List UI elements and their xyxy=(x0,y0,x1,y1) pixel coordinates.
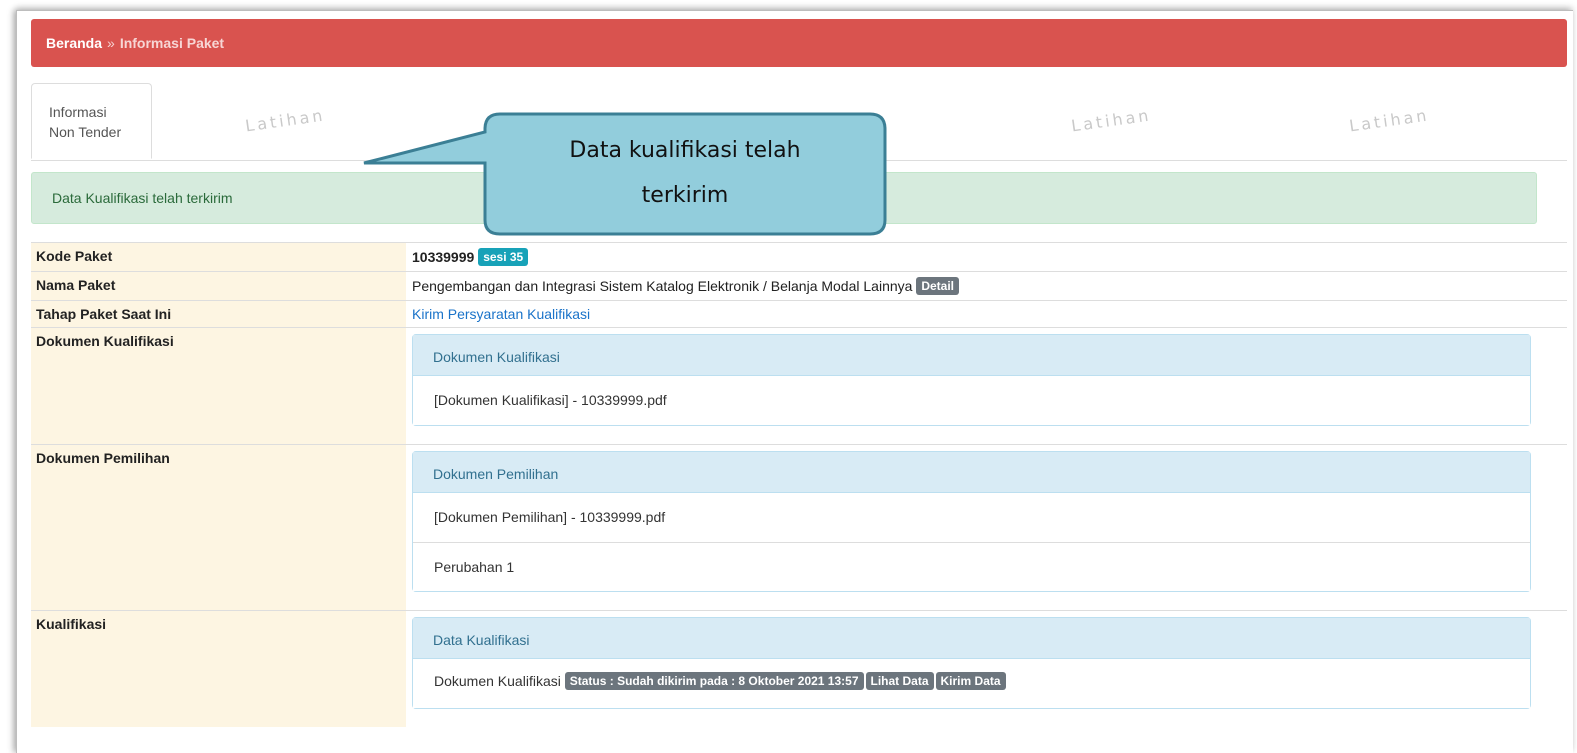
watermark: Latihan xyxy=(244,105,327,136)
kirim-data-button[interactable]: Kirim Data xyxy=(935,672,1006,690)
breadcrumb-separator: » xyxy=(107,35,115,51)
row-value: Dokumen Kualifikasi [Dokumen Kualifikasi… xyxy=(406,327,1567,445)
tab-label-line2: Non Tender xyxy=(49,124,122,140)
panel-title: Dokumen Pemilihan xyxy=(413,452,1530,493)
table-row: Nama Paket Pengembangan dan Integrasi Si… xyxy=(31,271,1567,301)
status-badge: Status : Sudah dikirim pada : 8 Oktober … xyxy=(564,672,864,690)
callout-text-line2: terkirim xyxy=(642,183,729,208)
row-label: Nama Paket xyxy=(31,271,406,301)
row-label: Kode Paket xyxy=(31,242,406,272)
kualifikasi-item: Dokumen Kualifikasi Status : Sudah dikir… xyxy=(413,659,1530,708)
breadcrumb: Beranda » Informasi Paket xyxy=(31,19,1567,67)
row-label: Kualifikasi xyxy=(31,610,406,727)
callout-annotation: Data kualifikasi telah terkirim xyxy=(363,112,887,236)
session-badge: sesi 35 xyxy=(478,248,529,266)
table-row: Kualifikasi Data Kualifikasi Dokumen Kua… xyxy=(31,610,1567,727)
dokumen-pemilihan-panel: Dokumen Pemilihan [Dokumen Pemilihan] - … xyxy=(412,451,1531,592)
document-link[interactable]: [Dokumen Kualifikasi] - 10339999.pdf xyxy=(413,376,1530,425)
row-value: Dokumen Pemilihan [Dokumen Pemilihan] - … xyxy=(406,444,1567,611)
dokumen-kualifikasi-panel: Dokumen Kualifikasi [Dokumen Kualifikasi… xyxy=(412,334,1531,426)
row-label: Dokumen Pemilihan xyxy=(31,444,406,611)
row-label: Tahap Paket Saat Ini xyxy=(31,300,406,328)
current-stage-link[interactable]: Kirim Persyaratan Kualifikasi xyxy=(412,306,590,322)
table-row: Kode Paket 10339999 sesi 35 xyxy=(31,242,1567,272)
watermark: Latihan xyxy=(1070,105,1153,136)
data-kualifikasi-panel: Data Kualifikasi Dokumen Kualifikasi Sta… xyxy=(412,617,1531,709)
package-code: 10339999 xyxy=(412,249,475,265)
lihat-data-button[interactable]: Lihat Data xyxy=(865,672,934,690)
table-row: Dokumen Kualifikasi Dokumen Kualifikasi … xyxy=(31,327,1567,445)
panel-title: Dokumen Kualifikasi xyxy=(413,335,1530,376)
detail-button[interactable]: Detail xyxy=(916,277,960,295)
package-info-table: Kode Paket 10339999 sesi 35 Nama Paket P… xyxy=(31,242,1567,727)
row-value: Kirim Persyaratan Kualifikasi xyxy=(406,300,1567,328)
panel-title: Data Kualifikasi xyxy=(413,618,1530,659)
row-label: Dokumen Kualifikasi xyxy=(31,327,406,445)
watermark: Latihan xyxy=(1348,105,1431,136)
callout-text-line1: Data kualifikasi telah xyxy=(569,138,800,163)
row-value: Data Kualifikasi Dokumen Kualifikasi Sta… xyxy=(406,610,1567,727)
tab-informasi-non-tender[interactable]: Informasi Non Tender xyxy=(31,83,152,159)
row-value: Pengembangan dan Integrasi Sistem Katalo… xyxy=(406,271,1567,301)
package-name: Pengembangan dan Integrasi Sistem Katalo… xyxy=(412,278,913,294)
document-link[interactable]: [Dokumen Pemilihan] - 10339999.pdf xyxy=(413,493,1530,542)
row-value: 10339999 sesi 35 xyxy=(406,242,1567,272)
table-row: Tahap Paket Saat Ini Kirim Persyaratan K… xyxy=(31,300,1567,328)
breadcrumb-home-link[interactable]: Beranda xyxy=(46,35,102,51)
kualifikasi-doc-label: Dokumen Kualifikasi xyxy=(434,673,561,689)
revision-link[interactable]: Perubahan 1 xyxy=(413,542,1530,591)
breadcrumb-current: Informasi Paket xyxy=(119,35,225,51)
tab-label-line1: Informasi xyxy=(49,104,107,120)
callout-shape xyxy=(363,112,887,236)
table-row: Dokumen Pemilihan Dokumen Pemilihan [Dok… xyxy=(31,444,1567,611)
